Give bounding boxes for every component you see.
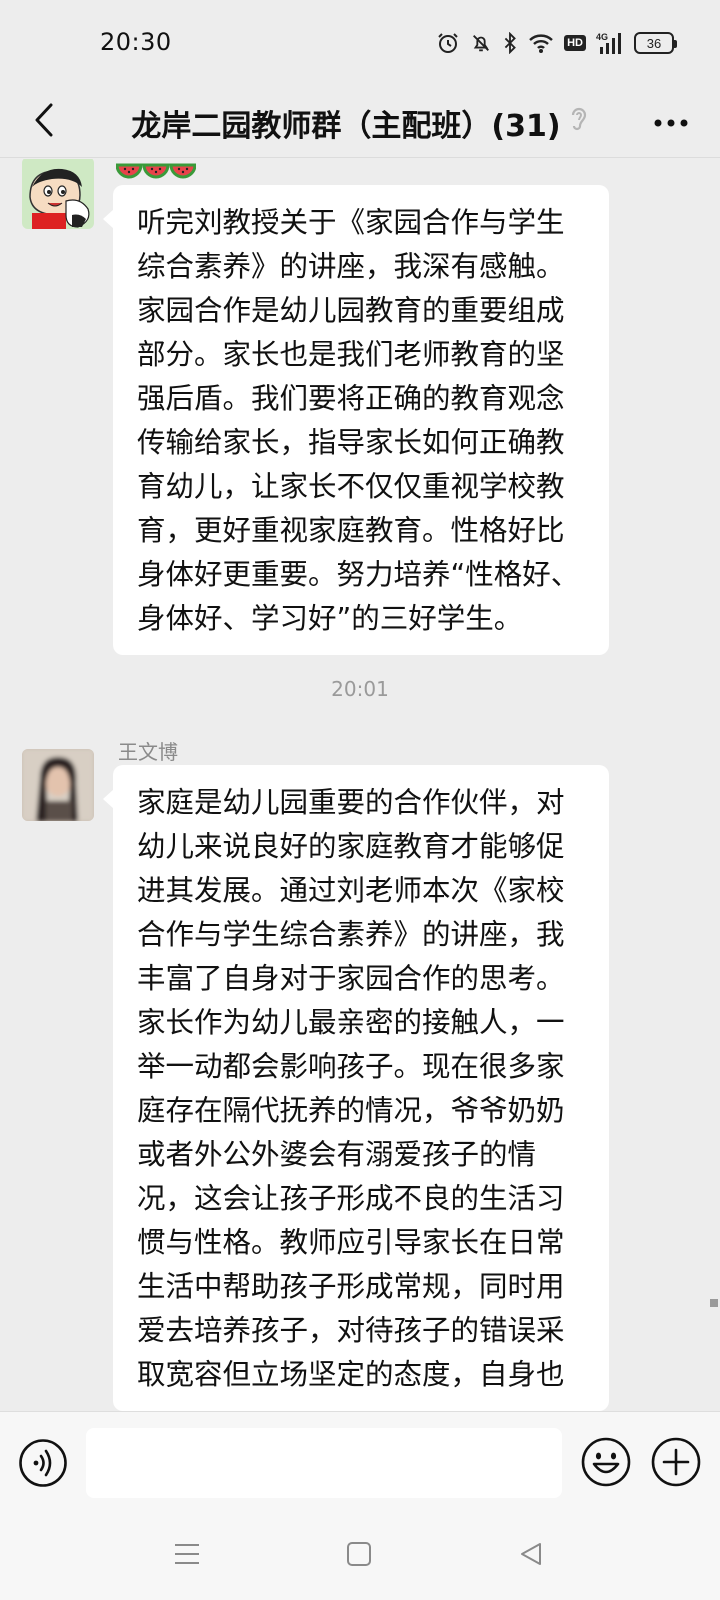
scroll-indicator [710, 1299, 718, 1307]
cartoon-avatar-icon [22, 159, 94, 229]
triangle-back-icon [521, 1543, 541, 1565]
message-list[interactable]: 听完刘教授关于《家园合作与学生综合素养》的讲座，我深有感触。家园合作是幼儿园教育… [0, 159, 720, 1411]
message-bubble[interactable]: 听完刘教授关于《家园合作与学生综合素养》的讲座，我深有感触。家园合作是幼儿园教育… [103, 185, 609, 655]
watermelon-icon [116, 163, 196, 179]
more-horizontal-icon [653, 113, 689, 132]
message-text: 家庭是幼儿园重要的合作伙伴，对幼儿来说良好的家庭教育才能够促进其发展。通过刘老师… [137, 786, 565, 1391]
emoji-button[interactable] [580, 1436, 632, 1492]
status-bar: 20:30 HD 4G 36 [0, 0, 720, 88]
more-functions-button[interactable] [650, 1436, 702, 1492]
status-time: 20:30 [100, 28, 172, 56]
plus-circle-icon [651, 1437, 701, 1487]
home-button[interactable] [334, 1529, 384, 1579]
time-divider: 20:01 [331, 677, 389, 701]
chat-header: 龙岸二园教师群（主配班）(31) [0, 88, 720, 158]
status-icons: HD 4G 36 [436, 30, 677, 56]
chat-title-text: 龙岸二园教师群（主配班）(31) [131, 109, 561, 144]
menu-button[interactable] [162, 1529, 212, 1579]
more-button[interactable] [648, 102, 694, 142]
back-button[interactable] [18, 96, 70, 148]
chat-title: 龙岸二园教师群（主配班）(31) [90, 88, 630, 158]
system-back-button[interactable] [506, 1529, 556, 1579]
square-icon [347, 1542, 371, 1566]
emoji-prefix [116, 161, 196, 183]
wifi-icon [528, 32, 554, 54]
voice-icon [19, 1439, 67, 1487]
hd-badge: HD [564, 35, 586, 51]
system-navigation-bar [0, 1511, 720, 1600]
alarm-icon [436, 31, 460, 55]
avatar[interactable] [22, 749, 94, 821]
message-bubble[interactable]: 家庭是幼儿园重要的合作伙伴，对幼儿来说良好的家庭教育才能够促进其发展。通过刘老师… [103, 765, 609, 1411]
voice-input-button[interactable] [18, 1438, 68, 1492]
mute-bell-icon [470, 32, 492, 54]
avatar[interactable] [22, 159, 94, 229]
battery-indicator: 36 [634, 32, 677, 54]
sender-name: 王文博 [118, 740, 178, 764]
ear-icon [569, 105, 589, 141]
chevron-left-icon [32, 102, 56, 142]
bluetooth-icon [502, 32, 518, 54]
smiley-icon [581, 1437, 631, 1487]
signal-icon: 4G [596, 31, 624, 55]
input-bar [0, 1411, 720, 1511]
message-input[interactable] [86, 1428, 562, 1498]
blurred-photo-avatar-icon [22, 749, 94, 821]
svg-text:4G: 4G [596, 32, 608, 42]
message-text: 听完刘教授关于《家园合作与学生综合素养》的讲座，我深有感触。家园合作是幼儿园教育… [137, 206, 580, 635]
menu-icon [175, 1544, 199, 1564]
